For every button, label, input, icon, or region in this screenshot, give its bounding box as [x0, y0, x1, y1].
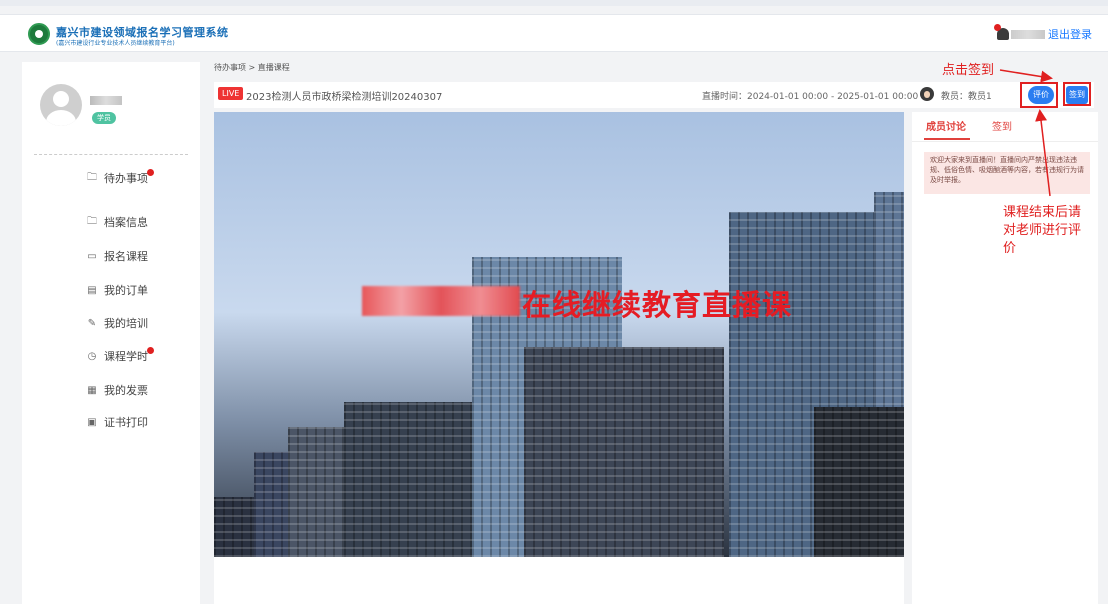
avatar: [40, 84, 82, 126]
sign-in-arrow: [999, 69, 1053, 83]
sidebar-item-hours[interactable]: ◷ 课程学时: [86, 346, 155, 364]
sidebar-item-certificate[interactable]: ▣ 证书打印: [86, 414, 148, 430]
teacher-name: 教员：教员1: [941, 92, 992, 102]
building: [524, 347, 724, 557]
course-title: 2023检测人员市政桥梁检测培训20240307: [246, 92, 443, 103]
top-strip: [0, 0, 1108, 6]
sidebar-item-enroll[interactable]: ▭ 报名课程: [86, 248, 148, 264]
notification-dot: [994, 24, 1001, 31]
calendar-icon: ▭: [87, 250, 97, 262]
sidebar-item-label: 档案信息: [104, 216, 148, 229]
video-footer-area: [214, 557, 904, 604]
video-overlay-title: 在线继续教育直播课: [522, 288, 793, 322]
sidebar-item-label: 待办事项: [104, 172, 148, 185]
evaluate-highlight-box: [1020, 82, 1058, 108]
breadcrumb[interactable]: 待办事项 > 直播课程: [214, 62, 290, 73]
sidebar-item-label: 课程学时: [104, 350, 148, 363]
system-subtitle: (嘉兴市建设行业专业技术人员继续教育平台): [56, 40, 175, 47]
certificate-icon: ▣: [87, 416, 97, 428]
building: [288, 427, 350, 557]
order-icon: ▤: [87, 284, 97, 296]
welcome-notice: 欢迎大家来到直播间！直播间内严禁出现违法违规、低俗色情、吸烟酗酒等内容，若有违规…: [924, 152, 1090, 194]
evaluate-hint-line-3: 价: [1003, 241, 1017, 256]
evaluate-hint-line-1: 课程结束后请: [1003, 205, 1082, 220]
pencil-icon: ✎: [87, 317, 97, 329]
invoice-icon: ▦: [87, 384, 97, 396]
active-tab-underline: [924, 138, 970, 140]
sidebar-item-orders[interactable]: ▤ 我的订单: [86, 282, 148, 298]
sidebar-item-todo[interactable]: 🗀 待办事项: [86, 168, 155, 186]
notification-dot: [147, 346, 154, 354]
blurred-user-name: [90, 96, 122, 105]
live-badge: LIVE: [218, 87, 244, 100]
live-time: 直播时间：2024-01-01 00:00 - 2025-01-01 00:00: [702, 92, 919, 102]
evaluate-hint-line-2: 对老师进行评: [1003, 223, 1082, 238]
student-badge: 学员: [92, 112, 116, 124]
live-video-player[interactable]: 在线继续教育直播课: [214, 112, 904, 557]
sidebar-item-label: 证书打印: [104, 416, 148, 429]
tab-discussion[interactable]: 成员讨论: [926, 118, 966, 133]
notification-dot: [147, 168, 154, 176]
sidebar-item-label: 我的培训: [104, 317, 148, 330]
sidebar-item-invoice[interactable]: ▦ 我的发票: [86, 382, 148, 398]
blurred-username: [1011, 29, 1045, 39]
sign-in-highlight-box: [1063, 82, 1091, 106]
user-area: 退出登录: [994, 24, 1092, 42]
blurred-city-name: [362, 286, 520, 316]
system-logo-icon: [28, 23, 50, 45]
bell-icon[interactable]: [994, 24, 1009, 40]
sign-in-hint-annotation: 点击签到: [942, 63, 995, 78]
sidebar-item-archive[interactable]: 🗀 档案信息: [86, 214, 148, 230]
sidebar-item-label: 我的发票: [104, 384, 148, 397]
logout-link[interactable]: 退出登录: [1048, 26, 1092, 42]
teacher-avatar-icon: [920, 87, 934, 101]
sidebar-item-label: 我的订单: [104, 284, 148, 297]
building: [814, 407, 904, 557]
sidebar-item-label: 报名课程: [104, 250, 148, 263]
clock-icon: ◷: [87, 350, 97, 362]
sidebar: 学员 🗀 待办事项 🗀 档案信息 ▭ 报名课程 ▤ 我的订单 ✎ 我的培训 ◷ …: [22, 62, 200, 604]
folder-icon: 🗀: [87, 171, 97, 183]
discussion-panel: 成员讨论 签到 欢迎大家来到直播间！直播间内严禁出现违法违规、低俗色情、吸烟酗酒…: [912, 112, 1098, 604]
sidebar-divider: [34, 154, 188, 155]
folder-icon: 🗀: [87, 215, 97, 227]
tab-sign-in[interactable]: 签到: [992, 118, 1012, 133]
header: 嘉兴市建设领域报名学习管理系统 (嘉兴市建设行业专业技术人员继续教育平台) 退出…: [0, 14, 1108, 52]
course-title-bar: LIVE 2023检测人员市政桥梁检测培训20240307 直播时间：2024-…: [214, 82, 1094, 108]
tab-divider: [912, 141, 1098, 142]
sidebar-item-training[interactable]: ✎ 我的培训: [86, 315, 148, 331]
